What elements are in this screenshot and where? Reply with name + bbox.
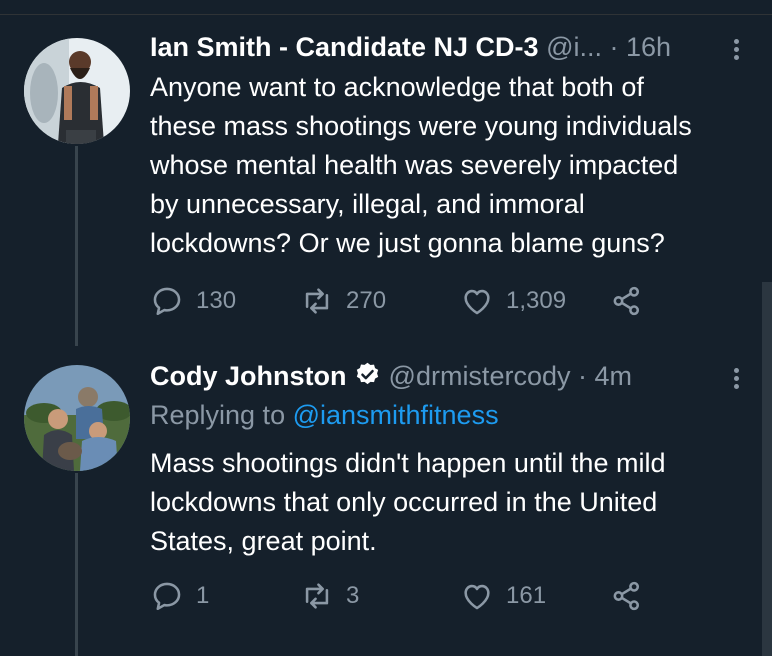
retweet-icon bbox=[305, 583, 329, 609]
replying-to: Replying to @iansmithfitness bbox=[150, 398, 499, 432]
retweet-button[interactable]: 3 bbox=[300, 576, 359, 616]
tweet-text-line: by unnecessary, illegal, and immoral bbox=[150, 189, 585, 219]
tweet-text-line: these mass shootings were young individu… bbox=[150, 111, 692, 141]
like-button[interactable]: 161 bbox=[460, 576, 546, 616]
tweet-text-line: lockdowns that only occurred in the Unit… bbox=[150, 487, 658, 517]
tweet-ian-smith[interactable]: Ian Smith - Candidate NJ CD-3 @i... · 16… bbox=[0, 0, 772, 346]
reply-count: 130 bbox=[196, 287, 237, 314]
thread-connector bbox=[75, 473, 78, 656]
replying-to-handle[interactable]: @iansmithfitness bbox=[293, 400, 499, 430]
reply-icon bbox=[153, 287, 181, 316]
tweet-text: Anyone want to acknowledge that both of … bbox=[150, 68, 750, 263]
author-handle[interactable]: @i... bbox=[546, 32, 602, 62]
tweet-time[interactable]: · 16h bbox=[610, 32, 672, 62]
author-name[interactable]: Cody Johnston bbox=[150, 361, 347, 391]
verified-badge-icon bbox=[356, 362, 379, 385]
reply-button[interactable]: 130 bbox=[150, 281, 236, 321]
more-icon[interactable] bbox=[734, 365, 742, 392]
scrollbar[interactable] bbox=[762, 282, 772, 656]
author-handle[interactable]: @drmistercody bbox=[389, 361, 571, 391]
tweet-text: Mass shootings didn't happen until the m… bbox=[150, 444, 750, 561]
replying-to-label: Replying to bbox=[150, 400, 293, 430]
like-icon bbox=[464, 289, 490, 315]
share-icon bbox=[613, 581, 640, 611]
reply-count: 1 bbox=[196, 582, 210, 609]
like-icon bbox=[464, 584, 490, 610]
tweet-text-line: lockdowns? Or we just gonna blame guns? bbox=[150, 228, 665, 258]
tweet-time[interactable]: · 4m bbox=[578, 361, 632, 391]
tweet-text-line: Anyone want to acknowledge that both of bbox=[150, 72, 644, 102]
reply-button[interactable]: 1 bbox=[150, 576, 209, 616]
tweet-text-line: whose mental health was severely impacte… bbox=[150, 150, 679, 180]
like-count: 161 bbox=[506, 582, 547, 609]
share-button[interactable] bbox=[610, 576, 656, 616]
tweet-header: Cody Johnston @drmistercody · 4m bbox=[150, 359, 632, 393]
share-button[interactable] bbox=[610, 281, 656, 321]
tweet-text-line: Mass shootings didn't happen until the m… bbox=[150, 448, 666, 478]
tweet-actions: 1 3 161 bbox=[150, 576, 670, 616]
avatar[interactable] bbox=[24, 38, 130, 144]
retweet-count: 270 bbox=[346, 287, 387, 314]
tweet-header: Ian Smith - Candidate NJ CD-3 @i... · 16… bbox=[150, 30, 671, 64]
thread-connector bbox=[75, 146, 78, 346]
retweet-icon bbox=[305, 288, 329, 314]
more-icon[interactable] bbox=[734, 36, 742, 63]
author-name[interactable]: Ian Smith - Candidate NJ CD-3 bbox=[150, 32, 539, 62]
tweet-cody-johnston[interactable]: Cody Johnston @drmistercody · 4m Replyin… bbox=[0, 345, 772, 656]
share-icon bbox=[613, 286, 640, 316]
tweet-actions: 130 270 1,309 bbox=[150, 281, 670, 321]
reply-icon bbox=[153, 582, 181, 611]
retweet-count: 3 bbox=[346, 582, 360, 609]
like-button[interactable]: 1,309 bbox=[460, 281, 566, 321]
retweet-button[interactable]: 270 bbox=[300, 281, 386, 321]
tweet-text-line: States, great point. bbox=[150, 526, 377, 556]
avatar[interactable] bbox=[24, 365, 130, 471]
like-count: 1,309 bbox=[506, 287, 567, 314]
